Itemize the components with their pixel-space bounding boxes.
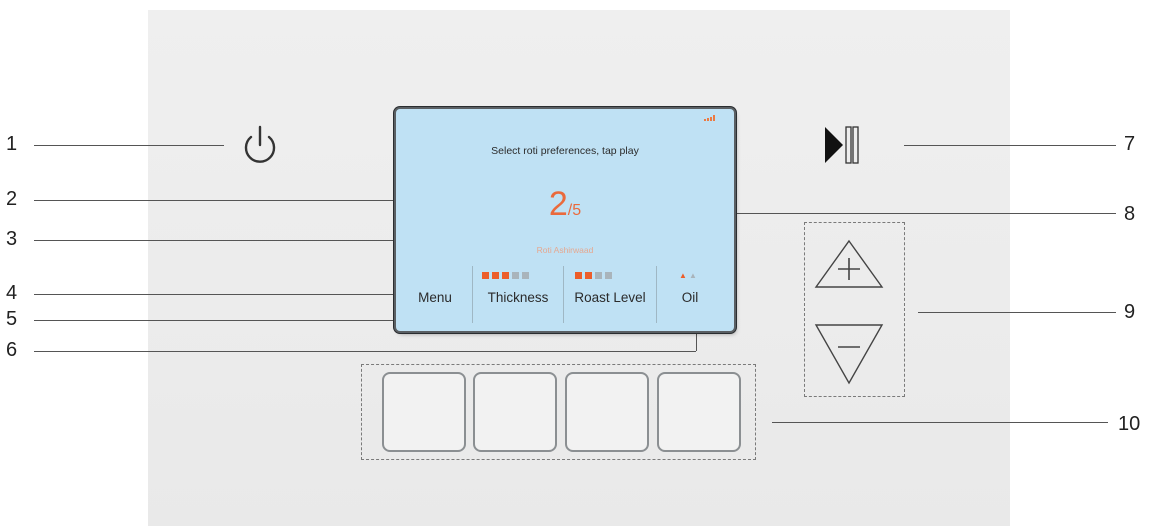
roast-level-segment: [585, 272, 592, 279]
callout-number-1: 1: [6, 133, 18, 155]
minus-icon: [814, 324, 884, 385]
softkey-oil[interactable]: [657, 372, 741, 452]
display-screen: Select roti preferences, tap play 2/5 Ro…: [396, 109, 734, 331]
leader-line-7: [904, 145, 1116, 146]
play-pause-button[interactable]: [822, 124, 866, 166]
callout-number-2: 2: [6, 188, 18, 210]
leader-line-4: [34, 294, 408, 295]
option-label-thickness: Thickness: [487, 290, 549, 305]
roti-count-total: 5: [572, 202, 582, 219]
leader-line-10: [772, 422, 1108, 423]
increase-button[interactable]: [814, 239, 884, 289]
callout-number-10: 10: [1118, 413, 1141, 435]
power-button[interactable]: [240, 121, 280, 169]
softkey-menu[interactable]: [382, 372, 466, 452]
oil-drop-icon: ▲: [689, 271, 697, 280]
roast-level-segment: [595, 272, 602, 279]
callout-number-3: 3: [6, 228, 18, 250]
thickness-level-segment: [502, 272, 509, 279]
oil-drop-icon: ▲: [679, 271, 687, 280]
decrease-button[interactable]: [814, 323, 884, 385]
thickness-level-segment: [522, 272, 529, 279]
option-label-menu: Menu: [418, 290, 452, 305]
signal-icon: [704, 115, 716, 121]
thickness-level-segment: [512, 272, 519, 279]
device-panel-diagram: 1 2 3 4 5 6 7 8 9 10 Select roti prefere…: [0, 0, 1156, 526]
roti-type-label: Roti Ashirwaad: [536, 245, 594, 255]
play-pause-icon: [825, 126, 859, 164]
leader-line-1: [34, 145, 224, 146]
leader-line-6: [34, 351, 696, 352]
leader-line-9: [918, 312, 1116, 313]
callout-number-7: 7: [1124, 133, 1136, 155]
thickness-level-segment: [482, 272, 489, 279]
screen-prompt: Select roti preferences, tap play: [491, 145, 639, 157]
thickness-level-segment: [492, 272, 499, 279]
roti-count-current: 2: [548, 185, 568, 223]
option-divider: [472, 266, 473, 323]
softkey-thickness[interactable]: [473, 372, 557, 452]
option-label-oil: Oil: [681, 290, 699, 305]
callout-number-8: 8: [1124, 203, 1136, 225]
softkey-roast-level[interactable]: [565, 372, 649, 452]
callout-number-5: 5: [6, 308, 18, 330]
plus-icon: [814, 239, 884, 288]
callout-number-4: 4: [6, 282, 18, 304]
roast-level-segment: [605, 272, 612, 279]
roast-level-segment: [575, 272, 582, 279]
option-label-roast-level: Roast Level: [574, 290, 646, 305]
roti-count: 2/5: [396, 185, 734, 224]
callout-number-6: 6: [6, 339, 18, 361]
callout-number-9: 9: [1124, 301, 1136, 323]
power-icon: [244, 125, 276, 163]
option-divider: [656, 266, 657, 323]
